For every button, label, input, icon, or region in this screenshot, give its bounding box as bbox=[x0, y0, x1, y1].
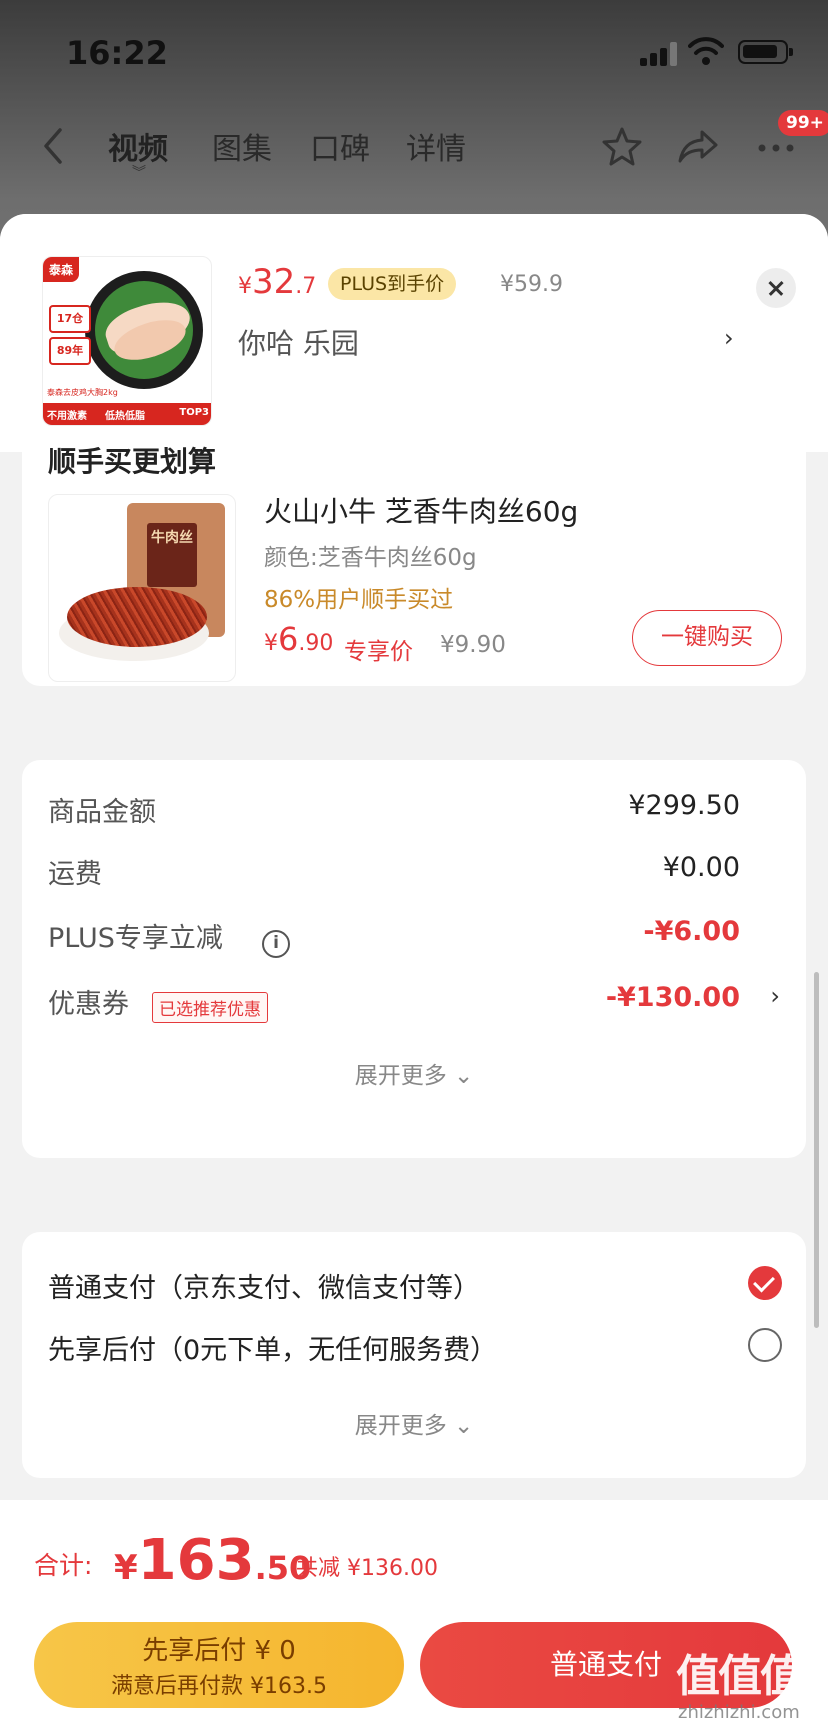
pay-later-sublabel: 满意后再付款 ¥163.5 bbox=[111, 1674, 327, 1699]
price-currency: ¥ bbox=[264, 631, 278, 656]
thumb-rank-label: TOP3 bbox=[179, 407, 209, 418]
thumb-feature-tag: 17仓 bbox=[49, 305, 91, 333]
pay-later-label: 先享后付 ¥ 0 bbox=[142, 1636, 296, 1666]
addon-product-name[interactable]: 火山小牛 芝香牛肉丝60g bbox=[264, 490, 578, 530]
plus-price: ¥32.7 bbox=[238, 262, 316, 302]
coupon-recommended-tag: 已选推荐优惠 bbox=[152, 992, 268, 1023]
coupon-value[interactable]: -¥130.00 bbox=[606, 982, 740, 1013]
price-integer: 6 bbox=[278, 620, 299, 658]
addon-section-title: 顺手买更划算 bbox=[48, 445, 217, 478]
total-label: 合计: bbox=[34, 1551, 93, 1580]
payment-radio-normal[interactable] bbox=[748, 1266, 782, 1300]
payment-option-normal[interactable]: 普通支付（京东支付、微信支付等） bbox=[48, 1266, 480, 1305]
active-tab-indicator-icon: ︾ bbox=[132, 165, 146, 181]
thumb-banner-text: 低热低脂 bbox=[105, 411, 145, 422]
notification-badge: 99+ bbox=[778, 110, 828, 136]
cellular-signal-icon bbox=[640, 42, 678, 66]
addon-price-label: 专享价 bbox=[344, 639, 413, 665]
addon-product-thumbnail[interactable]: 牛肉丝 bbox=[48, 494, 236, 682]
shipping-value: ¥0.00 bbox=[662, 852, 740, 883]
one-click-buy-button[interactable]: 一键购买 bbox=[632, 610, 782, 666]
product-thumbnail[interactable]: 泰森 17仓 89年 泰森去皮鸡大胸2kg 不用激素 低热低脂 TOP3 bbox=[42, 256, 212, 426]
thumb-banner-text: 不用激素 bbox=[47, 411, 87, 422]
payment-option-pay-later[interactable]: 先享后付（0元下单，无任何服务费） bbox=[48, 1328, 497, 1367]
order-summary-card: 商品金额 ¥299.50 运费 ¥0.00 PLUS专享立减 i -¥6.00 … bbox=[22, 760, 806, 1158]
price-currency: ¥ bbox=[238, 274, 252, 299]
expand-more-label: 展开更多 bbox=[354, 1413, 447, 1439]
price-decimal: .7 bbox=[295, 274, 317, 299]
tab-gallery[interactable]: 图集 bbox=[212, 124, 272, 168]
site-watermark: 值值值 zhizhizhi.com bbox=[676, 1640, 826, 1730]
addon-product-color: 颜色:芝香牛肉丝60g bbox=[264, 545, 477, 571]
shipping-label: 运费 bbox=[48, 859, 102, 890]
original-price: ¥59.9 bbox=[500, 272, 563, 297]
thumb-feature-tag: 89年 bbox=[49, 337, 91, 365]
status-bar: 16:22 bbox=[0, 0, 828, 100]
tab-reviews[interactable]: 口碑 bbox=[310, 124, 370, 168]
payment-method-card: 普通支付（京东支付、微信支付等） 先享后付（0元下单，无任何服务费） 展开更多 … bbox=[22, 1232, 806, 1478]
status-time: 16:22 bbox=[66, 34, 168, 72]
product-header: 泰森 17仓 89年 泰森去皮鸡大胸2kg 不用激素 低热低脂 TOP3 ¥32… bbox=[0, 214, 828, 452]
thumb-caption: 泰森去皮鸡大胸2kg bbox=[47, 388, 118, 397]
price-integer: 32 bbox=[252, 262, 296, 302]
addon-price: ¥6.90 bbox=[264, 620, 333, 658]
total-saved: 共减 ¥136.00 bbox=[296, 1556, 438, 1581]
tab-details[interactable]: 详情 bbox=[406, 124, 466, 168]
goods-amount-label: 商品金额 bbox=[48, 797, 156, 828]
share-icon[interactable] bbox=[676, 124, 720, 168]
watermark-logo: 值值值 bbox=[676, 1651, 804, 1702]
close-button[interactable] bbox=[756, 268, 796, 308]
expand-more-button[interactable]: 展开更多 ⌄ bbox=[22, 1406, 806, 1440]
price-decimal: .90 bbox=[298, 631, 334, 656]
info-icon[interactable]: i bbox=[262, 930, 290, 958]
plus-price-tag: PLUS到手价 bbox=[328, 268, 457, 300]
chevron-down-icon: ⌄ bbox=[454, 1413, 474, 1439]
battery-icon bbox=[738, 40, 793, 64]
expand-more-label: 展开更多 bbox=[354, 1063, 447, 1089]
chevron-down-icon: ⌄ bbox=[454, 1063, 474, 1089]
addon-recommendation-card: 顺手买更划算 牛肉丝 火山小牛 芝香牛肉丝60g 颜色:芝香牛肉丝60g 86%… bbox=[22, 434, 806, 686]
chevron-right-icon[interactable]: › bbox=[770, 982, 780, 1010]
brand-logo: 泰森 bbox=[43, 257, 80, 282]
selected-spec[interactable]: 你哈 乐园 bbox=[238, 322, 359, 362]
watermark-url: zhizhizhi.com bbox=[678, 1702, 800, 1723]
payment-radio-pay-later[interactable] bbox=[748, 1328, 782, 1362]
wifi-icon bbox=[688, 37, 724, 65]
addon-original-price: ¥9.90 bbox=[440, 632, 506, 658]
pay-later-button[interactable]: 先享后付 ¥ 0 满意后再付款 ¥163.5 bbox=[34, 1622, 404, 1708]
plus-discount-value: -¥6.00 bbox=[643, 916, 740, 947]
price-integer: 163 bbox=[137, 1528, 255, 1593]
plus-discount-label: PLUS专享立减 bbox=[48, 923, 223, 954]
product-nav-bar: 视频 ︾ 图集 口碑 详情 99+ bbox=[0, 110, 828, 181]
coupon-label[interactable]: 优惠券 bbox=[48, 982, 129, 1021]
favorite-star-icon[interactable] bbox=[600, 124, 644, 168]
price-currency: ¥ bbox=[114, 1548, 138, 1588]
chevron-right-icon[interactable]: › bbox=[724, 324, 734, 352]
expand-more-button[interactable]: 展开更多 ⌄ bbox=[22, 1056, 806, 1090]
thumb-bottom-banner: 不用激素 低热低脂 TOP3 bbox=[43, 403, 211, 425]
goods-amount-value: ¥299.50 bbox=[628, 790, 740, 821]
addon-popularity: 86%用户顺手买过 bbox=[264, 587, 454, 613]
addon-bag-label: 牛肉丝 bbox=[147, 523, 197, 587]
checkout-sheet: 泰森 17仓 89年 泰森去皮鸡大胸2kg 不用激素 低热低脂 TOP3 ¥32… bbox=[0, 214, 828, 1732]
scrollbar[interactable] bbox=[814, 972, 819, 1328]
total-price: ¥163.50 bbox=[114, 1528, 311, 1593]
back-arrow-icon[interactable] bbox=[38, 126, 68, 166]
